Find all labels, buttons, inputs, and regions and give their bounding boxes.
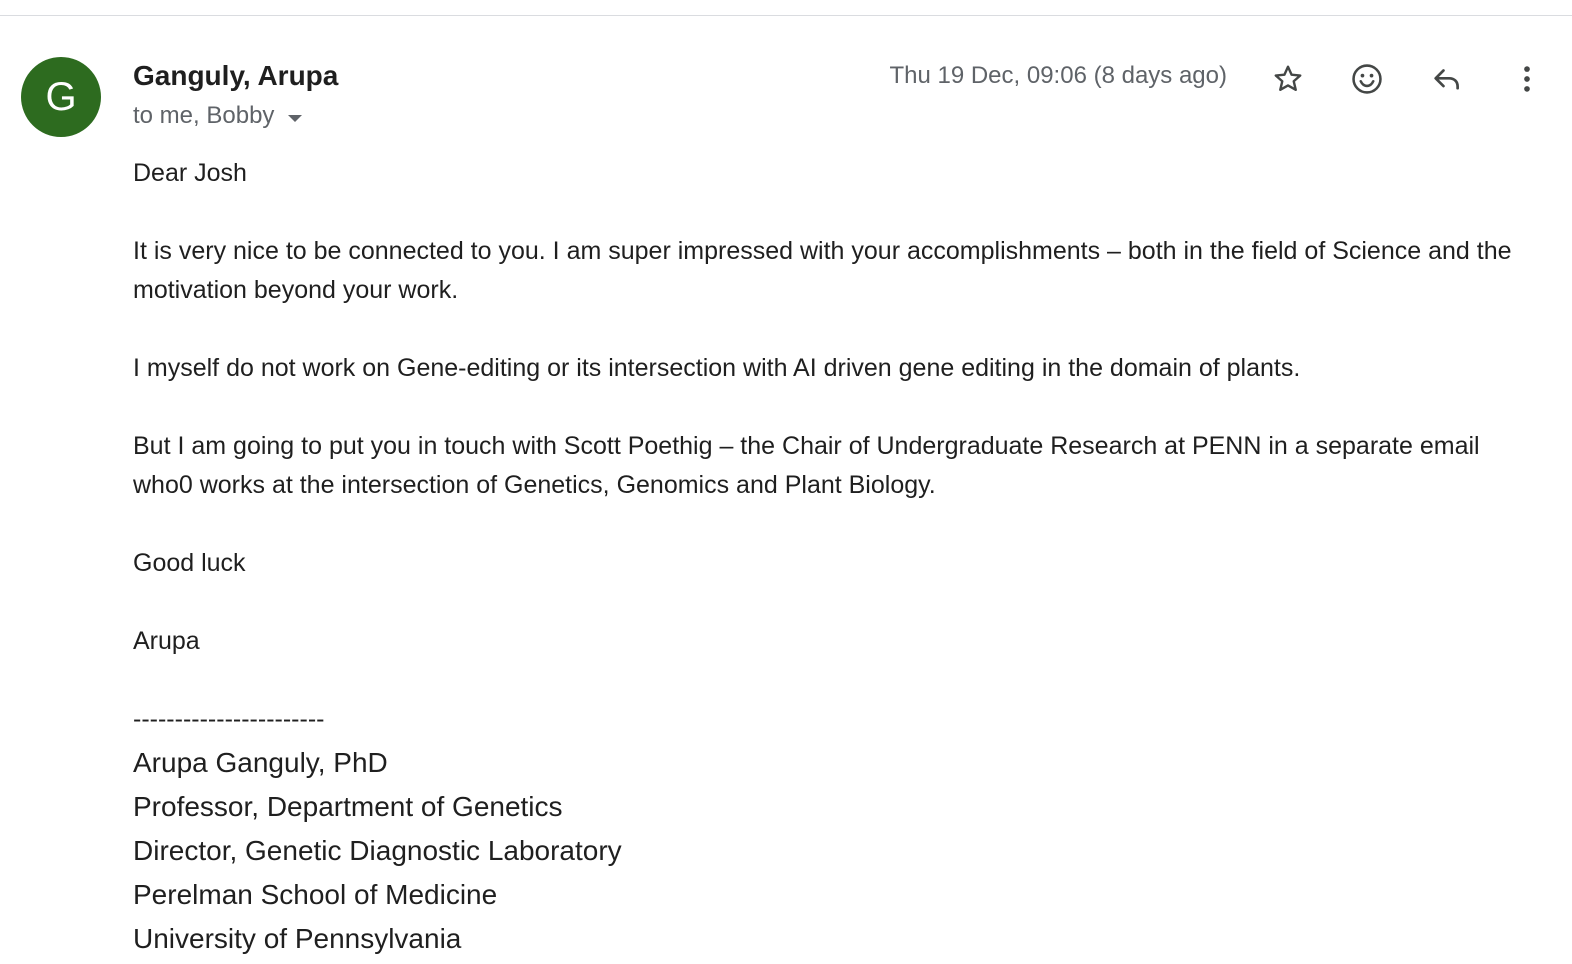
- star-button[interactable]: [1266, 57, 1310, 101]
- recipients-line: to me, Bobby: [133, 102, 303, 130]
- body-paragraph: It is very nice to be connected to you. …: [133, 237, 1512, 304]
- email-body: Dear Josh It is very nice to be connecte…: [133, 154, 1543, 741]
- signature-line: Arupa Ganguly, PhD: [133, 747, 388, 778]
- star-icon: [1274, 65, 1302, 91]
- signature-line: University of Pennsylvania: [133, 923, 462, 954]
- avatar[interactable]: G: [21, 57, 101, 137]
- top-divider: [0, 15, 1572, 16]
- greeting: Dear Josh: [133, 159, 247, 187]
- sender-name[interactable]: Ganguly, Arupa: [133, 60, 338, 92]
- signature-line: Professor, Department of Genetics: [133, 791, 563, 822]
- show-details-chevron-down-icon[interactable]: [288, 114, 303, 122]
- signature-line: Perelman School of Medicine: [133, 879, 498, 910]
- body-paragraph: I myself do not work on Gene-editing or …: [133, 354, 1301, 382]
- signature-line: Director, Genetic Diagnostic Laboratory: [133, 835, 622, 866]
- email-timestamp: Thu 19 Dec, 09:06 (8 days ago): [889, 62, 1227, 89]
- more-vert-icon: [1524, 66, 1530, 92]
- body-paragraph: But I am going to put you in touch with …: [133, 432, 1480, 499]
- reply-icon: [1434, 69, 1459, 90]
- add-reaction-button[interactable]: [1345, 57, 1389, 101]
- recipients-text: to me, Bobby: [133, 102, 275, 129]
- closing: Good luck: [133, 549, 246, 577]
- reply-button[interactable]: [1425, 57, 1469, 101]
- sign-name: Arupa: [133, 627, 200, 655]
- signature-separator: -----------------------: [133, 705, 325, 733]
- email-signature: Arupa Ganguly, PhD Professor, Department…: [133, 741, 622, 961]
- emoji-icon: [1352, 64, 1382, 94]
- more-options-button[interactable]: [1505, 57, 1549, 101]
